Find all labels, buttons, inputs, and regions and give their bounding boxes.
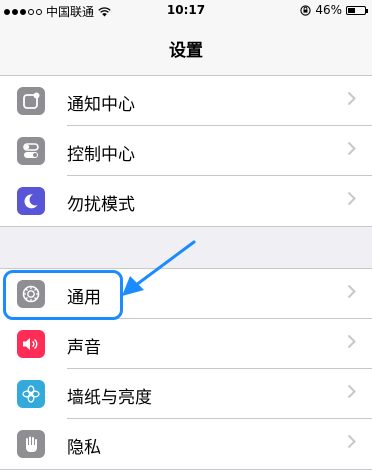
notification-center-icon [17,87,45,115]
settings-item-sounds[interactable]: 声音 [0,319,372,369]
settings-item-label: 控制中心 [67,145,135,165]
page-title: 设置 [169,41,203,61]
battery-icon [346,5,368,15]
chevron-right-icon [347,141,356,156]
orientation-lock-icon [300,4,311,16]
chevron-right-icon [347,191,356,206]
settings-item-label: 勿扰模式 [67,195,135,215]
highlight-box [3,270,123,320]
status-bar: 中国联通 10:17 46% [0,0,372,20]
settings-item-label: 墙纸与亮度 [67,388,152,408]
navigation-bar: 设置 [0,20,372,78]
speaker-icon [17,330,45,358]
settings-item-wallpaper-brightness[interactable]: 墙纸与亮度 [0,369,372,419]
do-not-disturb-icon [17,187,45,215]
chevron-right-icon [347,334,356,349]
control-center-icon [17,137,45,165]
settings-item-label: 声音 [67,338,101,358]
chevron-right-icon [347,91,356,106]
battery-percent: 46% [315,3,342,17]
settings-item-label: 通知中心 [67,95,135,115]
status-right: 46% [300,3,368,17]
settings-item-control-center[interactable]: 控制中心 [0,126,372,176]
settings-item-do-not-disturb[interactable]: 勿扰模式 [0,176,372,226]
wallpaper-icon [17,380,45,408]
privacy-hand-icon [17,430,45,458]
settings-group-1: 通知中心 控制中心 勿扰模式 [0,75,372,227]
pointer-arrow-icon [122,240,196,296]
settings-item-privacy[interactable]: 隐私 [0,419,372,469]
settings-item-label: 隐私 [67,438,101,458]
chevron-right-icon [347,284,356,299]
settings-item-notification-center[interactable]: 通知中心 [0,76,372,126]
chevron-right-icon [347,384,356,399]
chevron-right-icon [347,434,356,449]
